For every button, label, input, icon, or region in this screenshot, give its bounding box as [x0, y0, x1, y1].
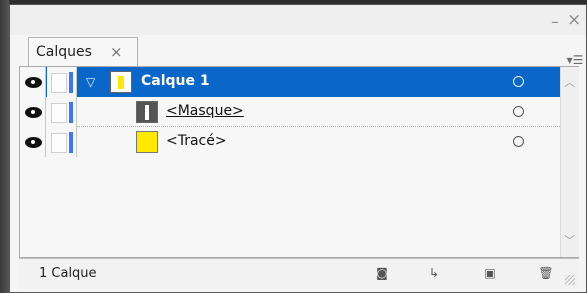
layer-row-calque-1[interactable]: ▽ Calque 1	[20, 67, 560, 97]
layer-row-masque[interactable]: <Masque>	[20, 97, 560, 127]
eye-icon	[25, 107, 42, 118]
layers-list: ▽ Calque 1 <Masque> <Tracé> ︿ ﹀	[19, 66, 579, 258]
panel-titlebar: – ×	[10, 5, 586, 35]
layer-color-bar	[69, 132, 73, 153]
lock-empty-icon	[51, 133, 67, 153]
visibility-toggle[interactable]	[20, 127, 46, 157]
visibility-toggle[interactable]	[20, 67, 46, 97]
layer-thumbnail	[110, 71, 132, 93]
visibility-toggle[interactable]	[20, 97, 46, 127]
path-thumbnail	[136, 131, 158, 153]
scroll-up-icon[interactable]: ︿	[564, 74, 575, 90]
make-clipping-mask-button[interactable]: ◙	[373, 265, 391, 281]
lock-empty-icon	[51, 103, 67, 123]
eye-icon	[25, 137, 42, 148]
eye-icon	[25, 77, 42, 88]
lock-toggle[interactable]	[47, 67, 77, 97]
resize-grip-icon[interactable]	[565, 275, 575, 285]
layer-name[interactable]: Calque 1	[141, 73, 210, 89]
path-name[interactable]: <Tracé>	[166, 133, 227, 149]
lock-toggle[interactable]	[47, 97, 77, 127]
layer-row-trace[interactable]: <Tracé>	[20, 127, 560, 157]
tab-label: Calques	[36, 44, 92, 60]
panel-footer: 1 Calque ◙ ↳ ▣ 🗑	[19, 258, 579, 289]
mask-name[interactable]: <Masque>	[166, 103, 244, 119]
target-circle-icon[interactable]	[513, 76, 524, 87]
tab-close-icon[interactable]: ×	[110, 43, 123, 61]
vertical-scrollbar[interactable]: ︿ ﹀	[560, 67, 579, 257]
scroll-down-icon[interactable]: ﹀	[564, 232, 575, 248]
minimize-button[interactable]: –	[551, 14, 559, 30]
target-circle-icon[interactable]	[513, 136, 524, 147]
create-sublayer-button[interactable]: ↳	[425, 265, 443, 281]
close-panel-button[interactable]: ×	[567, 12, 581, 29]
layer-count: 1 Calque	[39, 266, 97, 281]
desktop-edge	[0, 0, 9, 293]
delete-button[interactable]: 🗑	[537, 265, 555, 281]
lock-toggle[interactable]	[47, 127, 77, 157]
layer-color-bar	[69, 102, 73, 123]
mask-thumbnail	[136, 101, 158, 123]
layer-color-bar	[69, 72, 73, 93]
layers-panel: – × Calques × ▾☰ ▽ Calque 1 <Masque> <Tr…	[9, 4, 587, 293]
lock-empty-icon	[51, 73, 67, 93]
expand-triangle-icon[interactable]: ▽	[86, 75, 95, 89]
target-circle-icon[interactable]	[513, 106, 524, 117]
new-layer-button[interactable]: ▣	[481, 265, 499, 281]
tab-calques[interactable]: Calques ×	[28, 37, 138, 67]
